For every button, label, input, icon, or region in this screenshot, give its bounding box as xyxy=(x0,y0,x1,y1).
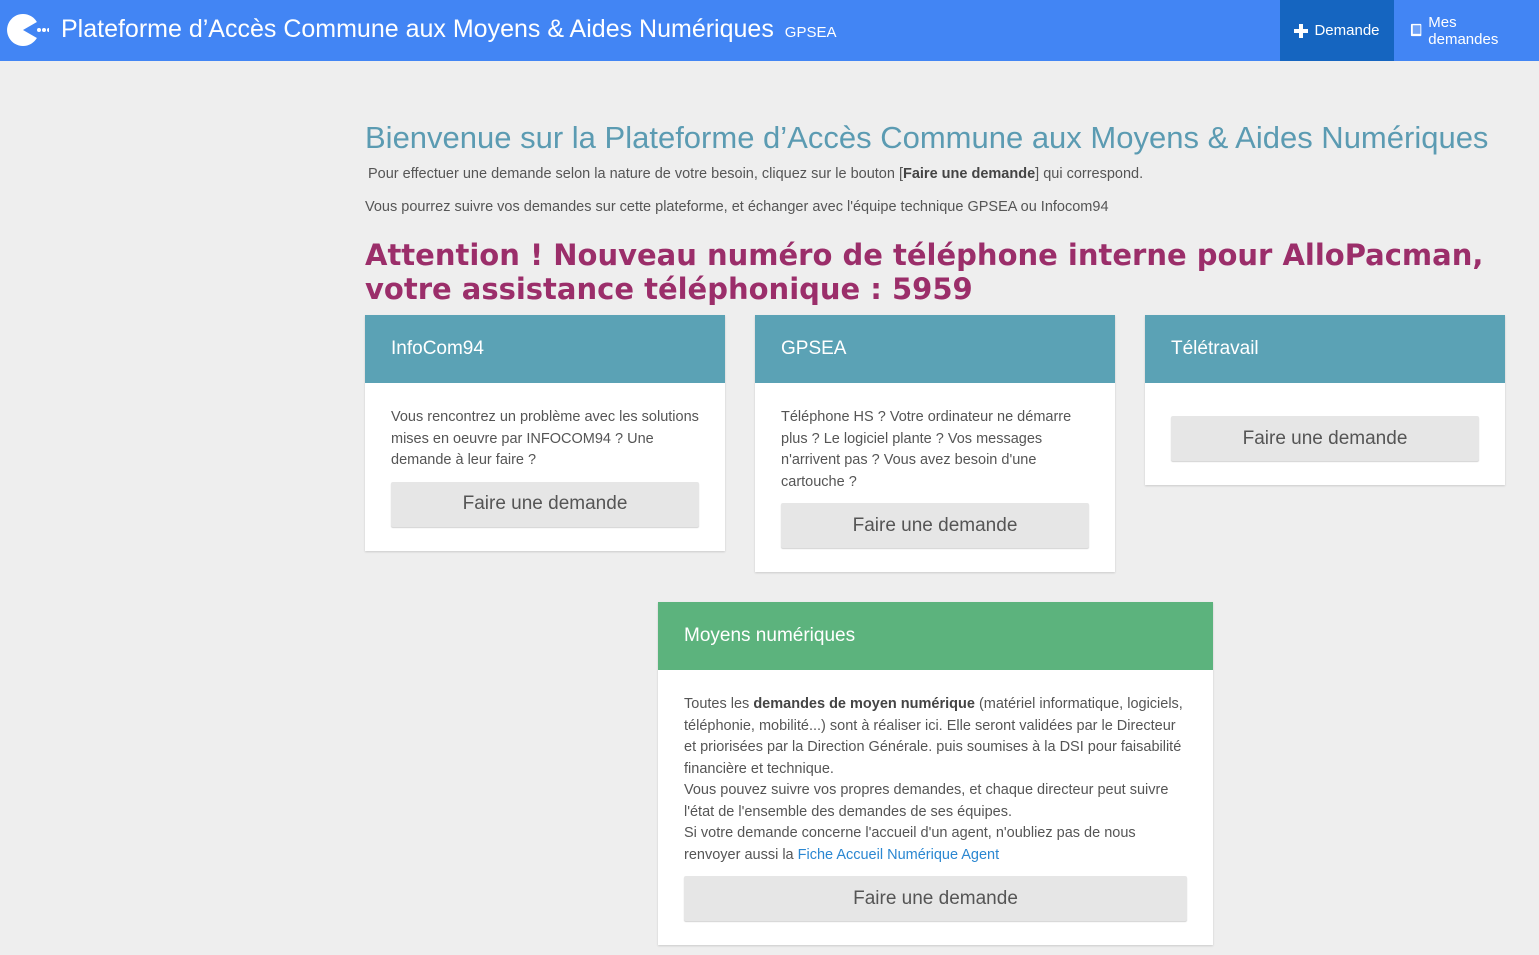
card-moyens-numeriques-text: Toutes les demandes de moyen numérique (… xyxy=(684,694,1187,866)
nav-new-request-button[interactable]: Demande xyxy=(1280,0,1394,61)
card-teletravail: Télétravail Faire une demande xyxy=(1145,315,1505,485)
app-subtitle: GPSEA xyxy=(784,24,837,41)
top-navbar: Plateforme d’Accès Commune aux Moyens & … xyxy=(0,0,1539,61)
moyens-text-p1-bold: demandes de moyen numérique xyxy=(753,696,975,712)
app-title[interactable]: Plateforme d’Accès Commune aux Moyens & … xyxy=(61,13,836,49)
card-gpsea-body: Téléphone HS ? Votre ordinateur ne démar… xyxy=(755,383,1115,572)
intro-followup: Vous pourrez suivre vos demandes sur cet… xyxy=(365,199,1109,215)
teletravail-request-button[interactable]: Faire une demande xyxy=(1171,416,1479,461)
card-infocom94-body: Vous rencontrez un problème avec les sol… xyxy=(365,383,725,551)
intro-instructions-bold: Faire une demande xyxy=(902,166,1036,182)
intro-instructions: Pour effectuer une demande selon la natu… xyxy=(368,166,1143,182)
infocom94-request-button[interactable]: Faire une demande xyxy=(391,481,699,527)
nav-new-request-label: Demande xyxy=(1314,22,1380,39)
card-gpsea: GPSEA Téléphone HS ? Votre ordinateur ne… xyxy=(755,315,1115,572)
alert-message: Attention ! Nouveau numéro de téléphone … xyxy=(365,238,1484,306)
card-gpsea-title: GPSEA xyxy=(755,315,1115,383)
card-infocom94-text: Vous rencontrez un problème avec les sol… xyxy=(391,409,699,468)
intro-instructions-start: Pour effectuer une demande selon la natu… xyxy=(368,166,903,182)
page-title: Bienvenue sur la Plateforme d’Accès Comm… xyxy=(365,120,1489,155)
nav-my-requests-button[interactable]: Mes demandes xyxy=(1394,0,1539,61)
book-icon xyxy=(1410,23,1422,37)
card-infocom94: InfoCom94 Vous rencontrez un problème av… xyxy=(365,315,725,551)
fiche-accueil-link[interactable]: Fiche Accueil Numérique Agent xyxy=(798,847,1000,863)
card-infocom94-title: InfoCom94 xyxy=(365,315,725,383)
nav-my-requests-label: Mes demandes xyxy=(1428,13,1499,48)
card-gpsea-text: Téléphone HS ? Votre ordinateur ne démar… xyxy=(781,409,1072,490)
card-moyens-numeriques: Moyens numériques Toutes les demandes de… xyxy=(658,602,1213,945)
card-moyens-numeriques-title: Moyens numériques xyxy=(658,602,1213,670)
card-moyens-numeriques-body: Toutes les demandes de moyen numérique (… xyxy=(658,670,1213,945)
card-teletravail-body: Faire une demande xyxy=(1145,383,1505,485)
plus-icon xyxy=(1294,23,1309,38)
moyens-text-p2: Vous pouvez suivre vos propres demandes,… xyxy=(684,782,1169,820)
moyens-numeriques-request-button[interactable]: Faire une demande xyxy=(684,876,1187,921)
intro-instructions-end: ] qui correspond. xyxy=(1035,166,1144,182)
pacman-logo-icon[interactable] xyxy=(5,12,49,48)
app-title-text: Plateforme d’Accès Commune aux Moyens & … xyxy=(61,15,774,43)
card-teletravail-title: Télétravail xyxy=(1145,315,1505,383)
gpsea-request-button[interactable]: Faire une demande xyxy=(781,503,1089,548)
moyens-text-p1-start: Toutes les xyxy=(684,696,754,712)
